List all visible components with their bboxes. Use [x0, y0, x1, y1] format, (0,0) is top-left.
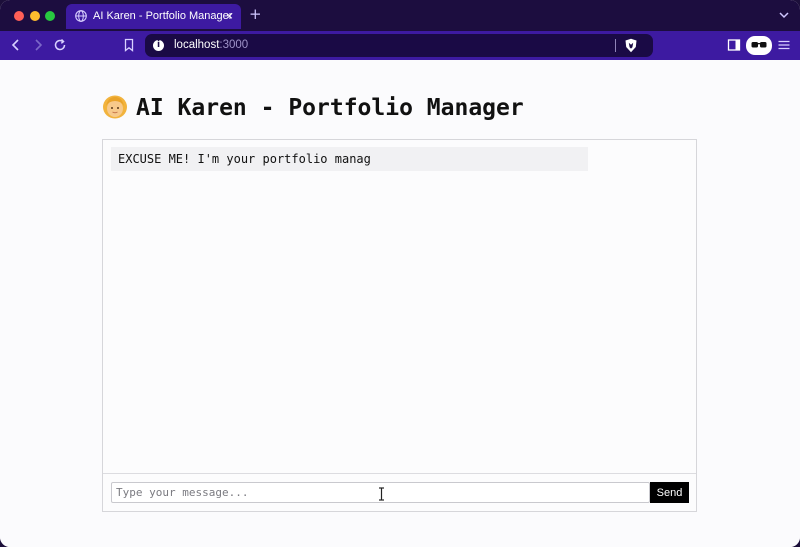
new-tab-button[interactable]: + [249, 6, 262, 22]
reload-icon[interactable] [53, 38, 67, 52]
message-composer: Send [103, 473, 696, 511]
page-content: AI Karen - Portfolio Manager EXCUSE ME! … [0, 60, 800, 547]
message-list[interactable]: EXCUSE ME! I'm your portfolio manag [103, 140, 696, 474]
chat-container: EXCUSE ME! I'm your portfolio manag Send [102, 139, 697, 512]
tab-search-chevron-icon[interactable] [778, 9, 790, 21]
close-window-button[interactable] [14, 11, 24, 21]
wallet-glasses-button[interactable] [746, 36, 772, 55]
brave-shield-icon[interactable] [624, 38, 638, 53]
tab-strip: AI Karen - Portfolio Manager × + [0, 0, 800, 31]
globe-icon [75, 10, 87, 22]
forward-icon[interactable] [31, 38, 45, 52]
browser-window: AI Karen - Portfolio Manager × + i local… [0, 0, 800, 547]
menu-icon[interactable] [777, 38, 791, 52]
bookmark-icon[interactable] [122, 38, 136, 52]
page-title: AI Karen - Portfolio Manager [102, 93, 524, 122]
text-cursor-icon [379, 487, 384, 501]
address-bar[interactable]: i localhost:3000 [145, 34, 653, 57]
maximize-window-button[interactable] [45, 11, 55, 21]
sidebar-icon[interactable] [727, 38, 741, 52]
url-text[interactable]: localhost:3000 [174, 39, 248, 51]
tab-close-button[interactable]: × [226, 9, 233, 23]
url-host: localhost [174, 39, 220, 51]
url-divider [615, 39, 616, 52]
browser-toolbar: i localhost:3000 [0, 31, 800, 60]
glasses-icon [751, 42, 767, 48]
tab-title: AI Karen - Portfolio Manager [93, 10, 233, 22]
url-port: :3000 [219, 39, 249, 51]
woman-emoji-icon [103, 95, 127, 119]
back-icon[interactable] [9, 38, 23, 52]
assistant-message: EXCUSE ME! I'm your portfolio manag [111, 147, 588, 171]
send-button[interactable]: Send [650, 482, 689, 503]
site-info-icon[interactable]: i [153, 40, 164, 51]
page-title-text: AI Karen - Portfolio Manager [136, 95, 524, 121]
active-tab[interactable]: AI Karen - Portfolio Manager × [66, 4, 241, 29]
minimize-window-button[interactable] [30, 11, 40, 21]
